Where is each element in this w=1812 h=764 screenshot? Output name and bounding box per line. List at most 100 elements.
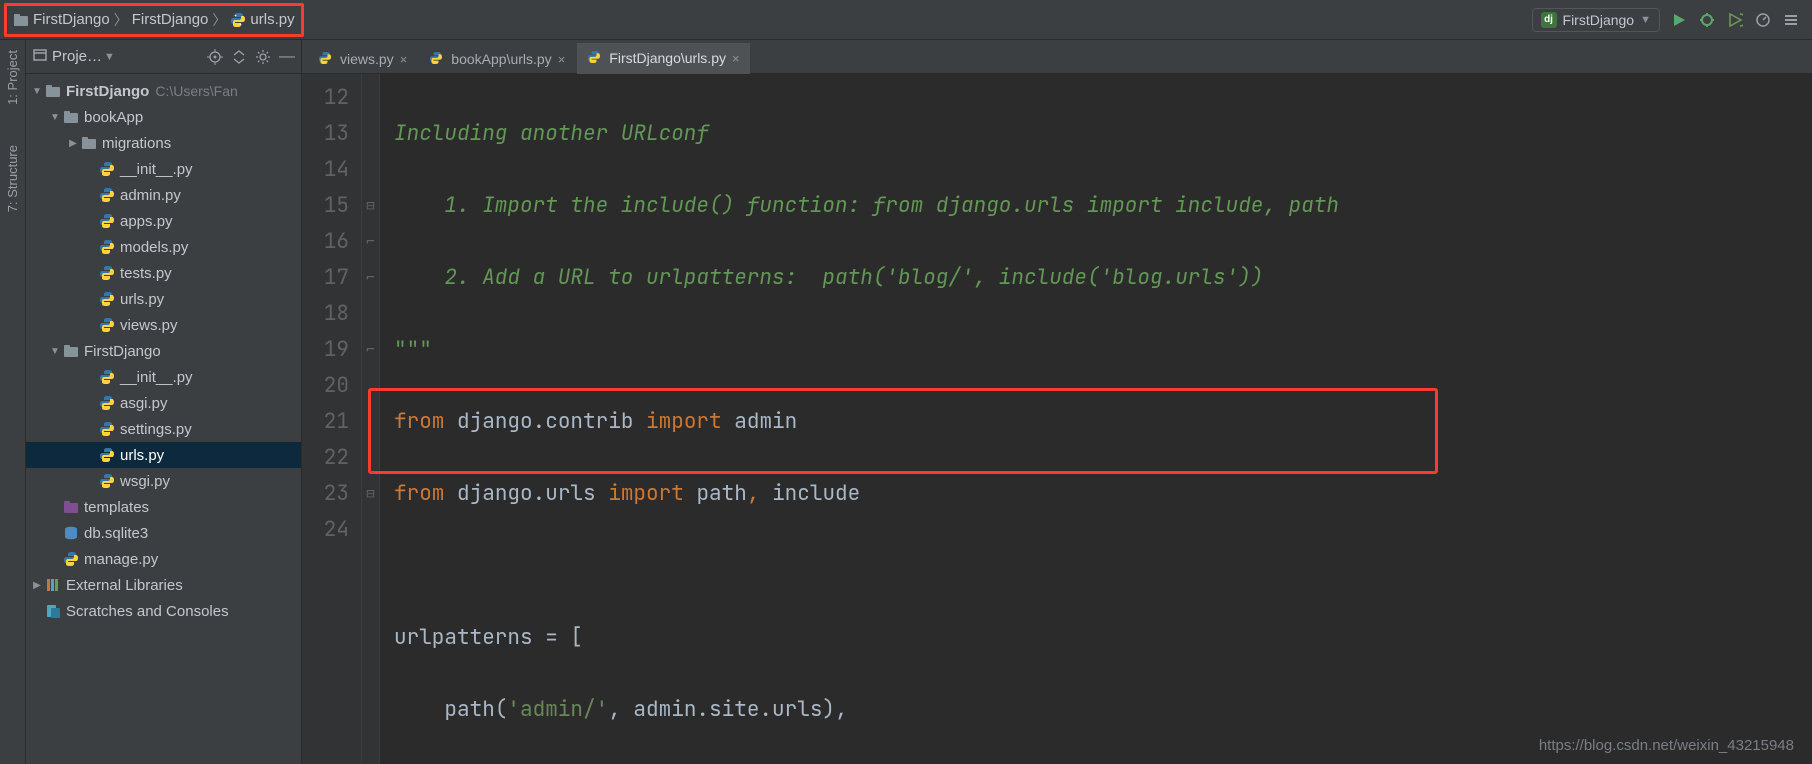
code-line: 1. Import the include() function: from d… [394,192,1339,219]
tree-folder-firstdjango[interactable]: ▼ FirstDjango [26,338,301,364]
gear-icon[interactable] [255,49,271,65]
tree-file[interactable]: __init__.py [26,364,301,390]
project-view-selector[interactable]: Proje… ▼ [32,47,115,67]
close-icon[interactable]: × [558,52,566,67]
tree-label: bookApp [84,109,143,126]
run-icon[interactable] [1670,11,1688,29]
python-file-icon [98,290,116,308]
fold-gutter[interactable]: ⊟⌐⌐⌐⊟ [362,74,380,764]
editor-tab[interactable]: bookApp\urls.py × [419,44,575,73]
python-file-icon [98,446,116,464]
tree-file[interactable]: admin.py [26,182,301,208]
breadcrumb-folder[interactable]: FirstDjango [132,11,209,28]
toolbar-right: dj FirstDjango ▼ [1532,8,1808,32]
tree-label: __init__.py [120,161,193,178]
project-view-icon [32,47,48,67]
python-file-icon [98,264,116,282]
library-icon [44,576,62,594]
tree-file[interactable]: views.py [26,312,301,338]
left-tool-strip: 1: Project 7: Structure [0,40,26,764]
tree-folder-migrations[interactable]: ▶ migrations [26,130,301,156]
breadcrumb-folder-label: FirstDjango [132,11,209,28]
tree-file[interactable]: __init__.py [26,156,301,182]
tree-label: __init__.py [120,369,193,386]
tab-label: bookApp\urls.py [451,51,551,67]
code-line [394,548,1812,584]
chevron-down-icon: ▼ [30,86,44,97]
tree-file[interactable]: settings.py [26,416,301,442]
close-icon[interactable]: × [732,51,740,66]
tree-label: models.py [120,239,188,256]
django-icon: dj [1541,12,1557,28]
tree-label: External Libraries [66,577,183,594]
locate-icon[interactable] [207,49,223,65]
breadcrumb-sep: 〉 [212,10,226,30]
code-line: path('admin/', admin.site.urls), [394,692,1812,728]
database-icon [62,524,80,542]
tree-file[interactable]: apps.py [26,208,301,234]
python-file-icon [318,51,334,67]
tree-file-selected[interactable]: urls.py [26,442,301,468]
scratches-icon [44,602,62,620]
folder-icon [13,12,29,28]
python-file-icon [98,472,116,490]
tree-label: templates [84,499,149,516]
tree-folder-templates[interactable]: templates [26,494,301,520]
code-line: """ [394,336,432,363]
breadcrumb-file-label: urls.py [250,11,294,28]
navigation-bar: FirstDjango 〉 FirstDjango 〉 urls.py dj F… [0,0,1812,40]
code-line: 2. Add a URL to urlpatterns: path('blog/… [394,264,1263,291]
tree-external-libraries[interactable]: ▶ External Libraries [26,572,301,598]
tool-button-project[interactable]: 1: Project [5,50,20,105]
python-file-icon [98,368,116,386]
tool-button-structure[interactable]: 7: Structure [5,145,20,212]
tree-label: admin.py [120,187,181,204]
breadcrumb-root[interactable]: FirstDjango [13,11,110,28]
hide-icon[interactable]: — [279,49,295,65]
breadcrumb-file[interactable]: urls.py [230,11,294,28]
more-icon[interactable] [1782,11,1800,29]
chevron-down-icon: ▼ [104,51,115,63]
tree-file[interactable]: models.py [26,234,301,260]
code-area[interactable]: 12131415161718192021222324 ⊟⌐⌐⌐⊟ Includi… [302,74,1812,764]
tree-label: FirstDjango [66,83,149,100]
tree-file[interactable]: asgi.py [26,390,301,416]
tree-label: settings.py [120,421,192,438]
python-file-icon [62,550,80,568]
run-configuration-selector[interactable]: dj FirstDjango ▼ [1532,8,1660,32]
tree-project-root[interactable]: ▼ FirstDjango C:\Users\Fan [26,78,301,104]
tree-folder-bookapp[interactable]: ▼ bookApp [26,104,301,130]
python-file-icon [98,394,116,412]
code-line: urlpatterns = [ [394,620,1812,656]
chevron-right-icon: ▶ [30,580,44,591]
chevron-down-icon: ▼ [48,112,62,123]
editor-tab-active[interactable]: FirstDjango\urls.py × [577,43,749,74]
tree-label: wsgi.py [120,473,170,490]
tree-file[interactable]: tests.py [26,260,301,286]
tree-file[interactable]: urls.py [26,286,301,312]
close-icon[interactable]: × [400,52,408,67]
debug-icon[interactable] [1698,11,1716,29]
python-file-icon [98,238,116,256]
editor-tab[interactable]: views.py × [308,44,417,73]
tab-label: FirstDjango\urls.py [609,50,726,66]
python-file-icon [98,420,116,438]
tree-label: manage.py [84,551,158,568]
breadcrumb-sep: 〉 [114,10,128,30]
folder-icon [62,342,80,360]
expand-all-icon[interactable] [231,49,247,65]
coverage-icon[interactable] [1726,11,1744,29]
code-text[interactable]: Including another URLconf 1. Import the … [380,74,1812,764]
tree-scratches[interactable]: Scratches and Consoles [26,598,301,624]
tree-file[interactable]: wsgi.py [26,468,301,494]
tree-file-manage[interactable]: manage.py [26,546,301,572]
profile-icon[interactable] [1754,11,1772,29]
code-line: from django.urls import path, include [394,476,1812,512]
tree-file-db[interactable]: db.sqlite3 [26,520,301,546]
run-configuration-label: FirstDjango [1563,12,1635,28]
chevron-down-icon: ▼ [1640,14,1651,26]
project-tree[interactable]: ▼ FirstDjango C:\Users\Fan ▼ bookApp ▶ m… [26,74,301,764]
chevron-down-icon: ▼ [48,346,62,357]
tree-label: urls.py [120,447,164,464]
python-file-icon [429,51,445,67]
